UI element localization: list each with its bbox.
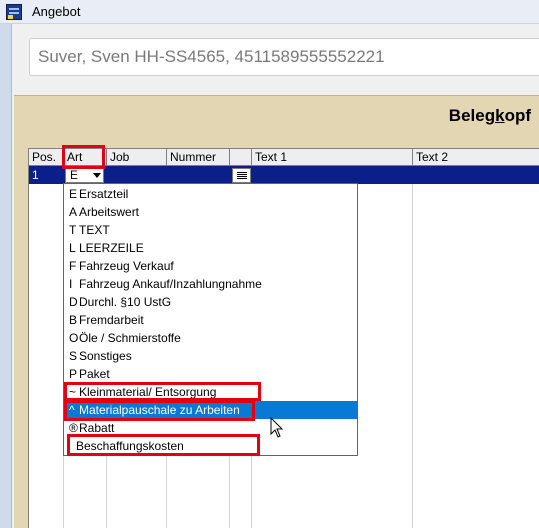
list-item[interactable]: OÖle / Schmierstoffe: [64, 329, 357, 347]
option-code: I: [69, 277, 73, 291]
option-code: ^: [69, 403, 75, 417]
text-lines-button[interactable]: [232, 168, 251, 183]
table-row[interactable]: [29, 166, 539, 184]
app-icon[interactable]: [6, 4, 22, 20]
panel-title-suffix: opf: [504, 106, 531, 125]
list-item[interactable]: ~ Kleinmaterial/ Entsorgung: [64, 383, 357, 401]
list-item[interactable]: P Paket: [64, 365, 357, 383]
option-code: A: [69, 205, 78, 219]
option-label: Rabatt: [79, 421, 115, 435]
option-code: F: [69, 259, 77, 273]
column-header-nummer[interactable]: Nummer: [167, 149, 230, 166]
option-label: Kleinmaterial/ Entsorgung: [79, 385, 217, 399]
art-select-value: E: [70, 168, 79, 182]
lines-icon: [237, 172, 247, 173]
customer-field-value: Suver, Sven HH-SS4565, 4511589555552221: [38, 47, 385, 66]
column-header-text2[interactable]: Text 2: [413, 149, 539, 166]
list-item[interactable]: I Fahrzeug Ankauf/Inzahlungnahme: [64, 275, 357, 293]
option-label: Durchl. §10 UstG: [79, 295, 172, 309]
option-label: Ersatzteil: [79, 187, 129, 201]
lines-icon: [237, 174, 247, 175]
art-select[interactable]: E: [65, 168, 104, 183]
lines-icon: [237, 176, 247, 177]
option-code: P: [69, 367, 78, 381]
list-item[interactable]: T TEXT: [64, 221, 357, 239]
panel-title-prefix: Beleg: [448, 106, 496, 125]
row-pos-cell: 1: [32, 168, 39, 182]
list-item[interactable]: E Ersatzteil: [64, 185, 357, 203]
lines-icon: [237, 178, 247, 179]
window-title: Angebot: [32, 4, 81, 19]
grid-line: [412, 166, 413, 528]
mouse-cursor-icon: [270, 417, 284, 438]
option-label: Beschaffungskosten: [76, 439, 184, 453]
list-item[interactable]: A Arbeitswert: [64, 203, 357, 221]
column-header-blank[interactable]: [230, 149, 252, 166]
option-label: Fahrzeug Verkauf: [79, 259, 174, 273]
option-label: Paket: [79, 367, 110, 381]
list-item[interactable]: F Fahrzeug Verkauf: [64, 257, 357, 275]
customer-field[interactable]: Suver, Sven HH-SS4565, 4511589555552221: [29, 38, 539, 76]
option-label: Öle / Schmierstoffe: [79, 331, 181, 345]
window-frame: [0, 24, 12, 528]
panel-title[interactable]: Belegkopf: [449, 106, 531, 126]
option-code: ~: [69, 385, 77, 399]
option-label: TEXT: [79, 223, 110, 237]
column-header-text1[interactable]: Text 1: [252, 149, 413, 166]
option-code: T: [69, 223, 77, 237]
option-code: E: [69, 187, 78, 201]
art-dropdown-list[interactable]: E Ersatzteil A Arbeitswert T TEXT L LEERZEIL…: [63, 183, 358, 456]
option-code: L: [69, 241, 76, 255]
option-code: D: [69, 295, 78, 309]
column-header-job[interactable]: Job: [107, 149, 167, 166]
column-header-art[interactable]: Art: [64, 149, 107, 166]
list-item[interactable]: L LEERZEILE: [64, 239, 357, 257]
option-label: Fahrzeug Ankauf/Inzahlungnahme: [79, 277, 262, 291]
option-code: S: [69, 349, 78, 363]
option-code: ®: [69, 421, 78, 435]
option-label: Arbeitswert: [79, 205, 140, 219]
list-item[interactable]: S Sonstiges: [64, 347, 357, 365]
option-code: B: [69, 313, 78, 327]
list-item[interactable]: Beschaffungskosten: [64, 437, 357, 455]
option-label: Fremdarbeit: [79, 313, 144, 327]
list-item[interactable]: ®Rabatt: [64, 419, 357, 437]
list-item[interactable]: B Fremdarbeit: [64, 311, 357, 329]
option-label: Sonstiges: [79, 349, 132, 363]
panel-title-mnemonic: k: [495, 106, 505, 125]
list-item[interactable]: DDurchl. §10 UstG: [64, 293, 357, 311]
list-item-selected[interactable]: ^ Materialpauschale zu Arbeiten: [64, 401, 357, 419]
option-label: Materialpauschale zu Arbeiten: [79, 403, 240, 417]
column-header-pos[interactable]: Pos.: [29, 149, 64, 166]
chevron-down-icon[interactable]: [93, 173, 101, 178]
option-label: LEERZEILE: [79, 241, 144, 255]
title-bar: Angebot: [0, 0, 539, 24]
option-code: O: [69, 331, 79, 345]
